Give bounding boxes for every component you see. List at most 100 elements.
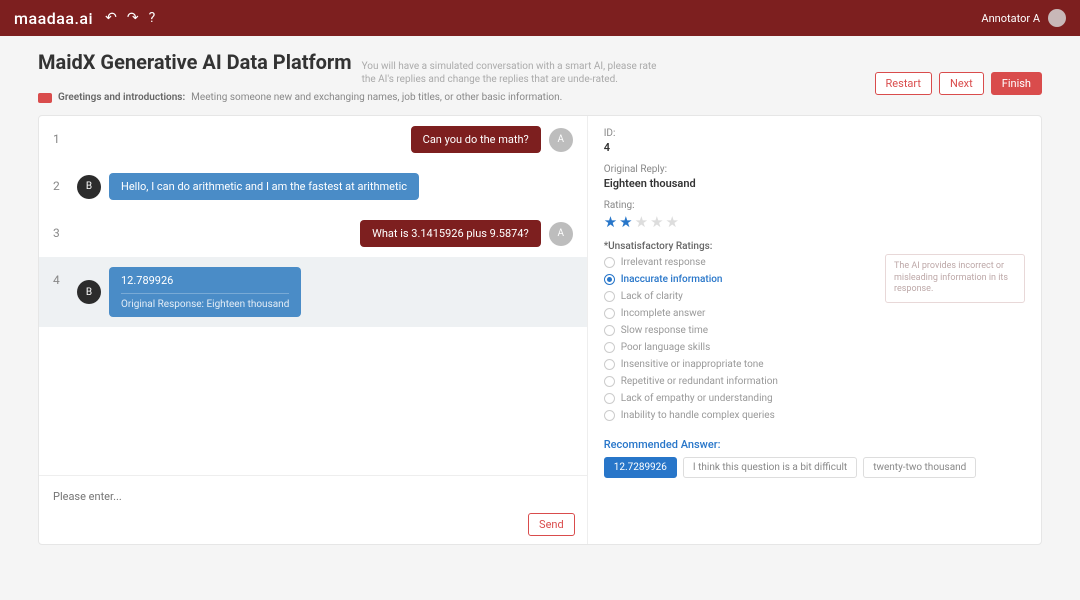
row-number: 3 — [53, 220, 65, 240]
topbar-icons: ↶ ↷ ? — [105, 10, 155, 26]
topbar-user[interactable]: Annotator A — [981, 9, 1066, 27]
reason-label: Lack of empathy or understanding — [621, 393, 773, 404]
radio-icon — [604, 274, 615, 285]
rec-chip[interactable]: 12.7289926 — [604, 457, 677, 478]
radio-icon — [604, 359, 615, 370]
user-name: Annotator A — [981, 12, 1040, 25]
send-button[interactable]: Send — [528, 513, 575, 536]
message-input[interactable] — [51, 484, 575, 509]
rec-chip[interactable]: I think this question is a bit difficult — [683, 457, 857, 478]
bubble-wrap: What is 3.1415926 plus 9.5874? A — [77, 220, 573, 247]
radio-icon — [604, 291, 615, 302]
message-row[interactable]: 3 What is 3.1415926 plus 9.5874? A — [39, 210, 587, 257]
tag-desc: Meeting someone new and exchanging names… — [191, 92, 562, 103]
star-4[interactable]: ★ — [650, 213, 663, 231]
header-buttons: Restart Next Finish — [875, 72, 1042, 95]
reason-option[interactable]: Inaccurate information — [604, 271, 875, 288]
reason-option[interactable]: Slow response time — [604, 322, 875, 339]
message-row[interactable]: 1 Can you do the math? A — [39, 116, 587, 163]
topbar-left: maadaa.ai ↶ ↷ ? — [14, 9, 155, 28]
star-3[interactable]: ★ — [635, 213, 648, 231]
page: MaidX Generative AI Data Platform You wi… — [0, 36, 1080, 545]
orig-label: Original Reply: — [604, 164, 1025, 175]
radio-icon — [604, 393, 615, 404]
reason-label: Insensitive or inappropriate tone — [621, 359, 764, 370]
reason-label: Inaccurate information — [621, 274, 723, 285]
review-panel: ID: 4 Original Reply: Eighteen thousand … — [588, 116, 1041, 544]
header-left: MaidX Generative AI Data Platform You wi… — [38, 50, 662, 103]
reason-option[interactable]: Inability to handle complex queries — [604, 407, 875, 424]
page-subtitle: You will have a simulated conversation w… — [362, 60, 662, 86]
reason-option[interactable]: Incomplete answer — [604, 305, 875, 322]
logo: maadaa.ai — [14, 9, 93, 28]
finish-button[interactable]: Finish — [991, 72, 1042, 95]
reason-option[interactable]: Poor language skills — [604, 339, 875, 356]
message-bubble: 12.789926Original Response: Eighteen tho… — [109, 267, 301, 317]
radio-icon — [604, 325, 615, 336]
tag-label: Greetings and introductions: — [58, 92, 185, 103]
unsat-label: *Unsatisfactory Ratings: — [604, 241, 1025, 252]
reason-option[interactable]: Insensitive or inappropriate tone — [604, 356, 875, 373]
header: MaidX Generative AI Data Platform You wi… — [38, 50, 1042, 103]
help-icon[interactable]: ? — [149, 10, 156, 26]
chat-column: 1 Can you do the math? A 2BHello, I can do … — [39, 116, 588, 544]
reason-label: Irrelevant response — [621, 257, 706, 268]
star-1[interactable]: ★ — [604, 213, 617, 231]
reason-label: Repetitive or redundant information — [621, 376, 778, 387]
rec-chip[interactable]: twenty-two thousand — [863, 457, 976, 478]
reason-label: Slow response time — [621, 325, 708, 336]
undo-icon[interactable]: ↶ — [105, 10, 117, 26]
id-label: ID: — [604, 128, 1025, 139]
bubble-wrap: Can you do the math? A — [77, 126, 573, 153]
rating-label: Rating: — [604, 200, 1025, 211]
reason-option[interactable]: Irrelevant response — [604, 254, 875, 271]
reasons-list: Irrelevant response Inaccurate informatio… — [604, 254, 875, 424]
radio-icon — [604, 410, 615, 421]
topbar: maadaa.ai ↶ ↷ ? Annotator A — [0, 0, 1080, 36]
original-line: Original Response: Eighteen thousand — [121, 293, 289, 310]
reason-label: Inability to handle complex queries — [621, 410, 775, 421]
msg-avatar: A — [549, 222, 573, 246]
page-title: MaidX Generative AI Data Platform — [38, 50, 352, 74]
tag-icon — [38, 93, 52, 103]
row-number: 4 — [53, 267, 65, 287]
reasons-row: Irrelevant response Inaccurate informatio… — [604, 254, 1025, 424]
msg-avatar: B — [77, 280, 101, 304]
rec-chips: 12.7289926 I think this question is a bit… — [604, 457, 1025, 478]
workspace: 1 Can you do the math? A 2BHello, I can do … — [38, 115, 1042, 545]
radio-icon — [604, 342, 615, 353]
radio-icon — [604, 257, 615, 268]
message-bubble: Can you do the math? — [411, 126, 541, 153]
redo-icon[interactable]: ↷ — [127, 10, 139, 26]
message-row[interactable]: 2BHello, I can do arithmetic and I am th… — [39, 163, 587, 210]
next-button[interactable]: Next — [939, 72, 984, 95]
reason-option[interactable]: Lack of clarity — [604, 288, 875, 305]
id-value: 4 — [604, 141, 1025, 154]
radio-icon — [604, 376, 615, 387]
input-area: Send — [39, 475, 587, 544]
restart-button[interactable]: Restart — [875, 72, 932, 95]
star-2[interactable]: ★ — [619, 213, 632, 231]
reason-label: Incomplete answer — [621, 308, 706, 319]
reason-option[interactable]: Repetitive or redundant information — [604, 373, 875, 390]
msg-avatar: A — [549, 128, 573, 152]
message-bubble: Hello, I can do arithmetic and I am the … — [109, 173, 419, 200]
message-bubble: What is 3.1415926 plus 9.5874? — [360, 220, 541, 247]
rating-stars[interactable]: ★★★★★ — [604, 213, 1025, 231]
avatar — [1048, 9, 1066, 27]
topic-tag: Greetings and introductions: Meeting som… — [38, 92, 662, 103]
message-row[interactable]: 4B 12.789926Original Response: Eighteen t… — [39, 257, 587, 327]
row-number: 1 — [53, 126, 65, 146]
reason-label: Lack of clarity — [621, 291, 683, 302]
reason-option[interactable]: Lack of empathy or understanding — [604, 390, 875, 407]
rec-label: Recommended Answer: — [604, 438, 1025, 451]
message-list: 1 Can you do the math? A 2BHello, I can do … — [39, 116, 587, 475]
radio-icon — [604, 308, 615, 319]
orig-value: Eighteen thousand — [604, 177, 1025, 190]
reason-label: Poor language skills — [621, 342, 711, 353]
bubble-wrap: B Hello, I can do arithmetic and I am the… — [77, 173, 573, 200]
bubble-wrap: B 12.789926Original Response: Eighteen th… — [77, 267, 573, 317]
msg-avatar: B — [77, 175, 101, 199]
reason-hint: The AI provides incorrect or misleading … — [885, 254, 1025, 303]
star-5[interactable]: ★ — [666, 213, 679, 231]
